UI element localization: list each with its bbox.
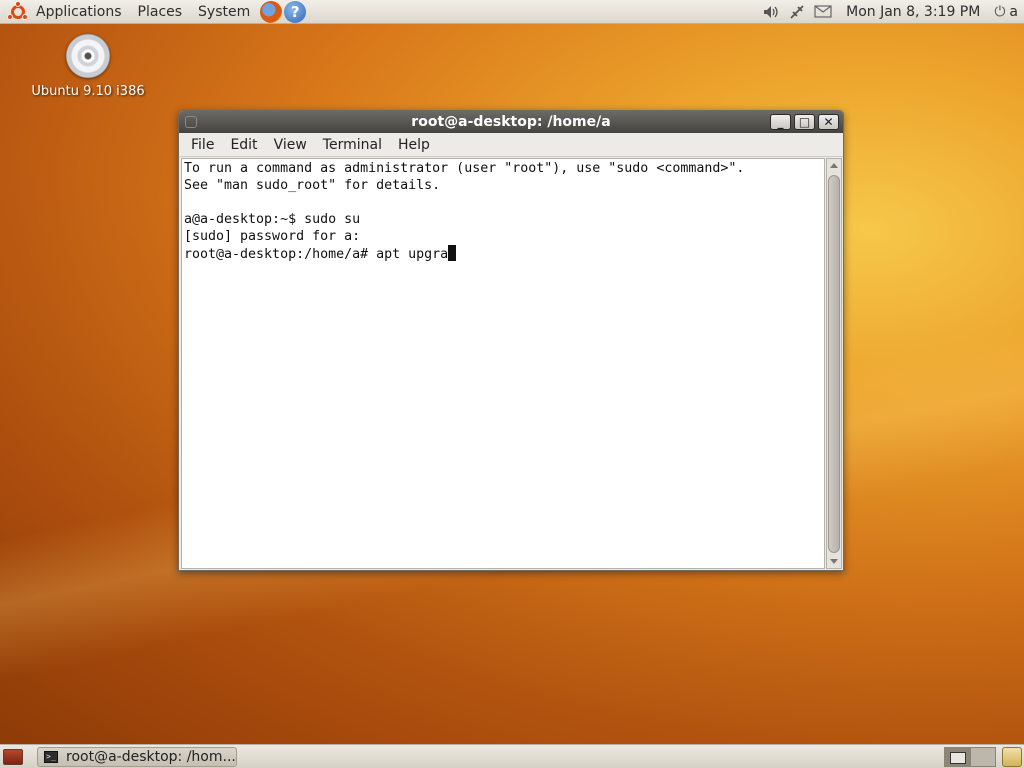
terminal-line: a@a-desktop:~$ sudo su: [184, 212, 361, 227]
taskbar-item-terminal[interactable]: >_ root@a-desktop: /hom...: [37, 746, 237, 767]
places-menu[interactable]: Places: [130, 0, 191, 24]
ubuntu-logo-icon[interactable]: [7, 0, 28, 22]
scrollbar-thumb[interactable]: [828, 175, 840, 553]
desktop-icon-cd[interactable]: Ubuntu 9.10 i386: [24, 34, 152, 99]
terminal-window: root@a-desktop: /home/a _ □ ✕ File Edit …: [178, 110, 844, 571]
taskbar-item-label: root@a-desktop: /hom...: [66, 748, 236, 765]
clock[interactable]: Mon Jan 8, 3:19 PM: [836, 4, 990, 20]
power-icon: ⏻: [994, 3, 1006, 20]
volume-icon[interactable]: [758, 0, 784, 24]
close-button[interactable]: ✕: [818, 114, 839, 130]
desktop-icon-label: Ubuntu 9.10 i386: [31, 84, 145, 99]
scroll-down-arrow-icon[interactable]: [830, 559, 838, 564]
terminal-icon: >_: [44, 750, 58, 763]
show-desktop-button[interactable]: [3, 748, 23, 765]
terminal-menubar: File Edit View Terminal Help: [179, 133, 843, 157]
minimize-button[interactable]: _: [770, 114, 791, 130]
scroll-up-arrow-icon[interactable]: [830, 163, 838, 168]
workspace-1[interactable]: [944, 746, 970, 767]
network-icon[interactable]: [784, 0, 810, 24]
top-panel: Applications Places System ? Mon Jan 8, …: [0, 0, 1024, 24]
applications-menu[interactable]: Applications: [28, 0, 130, 24]
terminal-input[interactable]: root@a-desktop:/home/a# apt upgra: [184, 247, 448, 262]
window-menu-icon[interactable]: [185, 116, 197, 128]
terminal-prompt-line[interactable]: root@a-desktop:/home/a# apt upgra: [184, 245, 824, 263]
terminal-output[interactable]: To run a command as administrator (user …: [181, 158, 825, 569]
firefox-icon[interactable]: [260, 0, 283, 23]
help-icon[interactable]: ?: [284, 0, 307, 23]
terminal-scrollbar[interactable]: [826, 158, 842, 569]
menu-help[interactable]: Help: [390, 137, 438, 153]
notification-area: Mon Jan 8, 3:19 PM ⏻ a: [758, 0, 1024, 24]
workspace-2[interactable]: [970, 746, 996, 767]
user-name: a: [1009, 3, 1018, 20]
menu-terminal[interactable]: Terminal: [315, 137, 390, 153]
menu-view[interactable]: View: [266, 137, 315, 153]
cd-icon: [66, 34, 110, 78]
menu-file[interactable]: File: [183, 137, 222, 153]
mail-icon[interactable]: [810, 0, 836, 24]
terminal-line: [sudo] password for a:: [184, 229, 361, 244]
user-session-menu[interactable]: ⏻ a: [990, 4, 1024, 20]
bottom-panel: >_ root@a-desktop: /hom...: [0, 744, 1024, 768]
maximize-button[interactable]: □: [794, 114, 815, 130]
terminal-line: See "man sudo_root" for details.: [184, 178, 441, 193]
trash-icon[interactable]: [1002, 746, 1022, 767]
menu-edit[interactable]: Edit: [222, 137, 265, 153]
system-menu[interactable]: System: [190, 0, 258, 24]
window-title: root@a-desktop: /home/a: [411, 114, 611, 130]
terminal-line: To run a command as administrator (user …: [184, 161, 745, 176]
text-cursor: [448, 245, 457, 261]
workspace-switcher: [944, 746, 996, 767]
window-titlebar[interactable]: root@a-desktop: /home/a _ □ ✕: [179, 111, 843, 133]
